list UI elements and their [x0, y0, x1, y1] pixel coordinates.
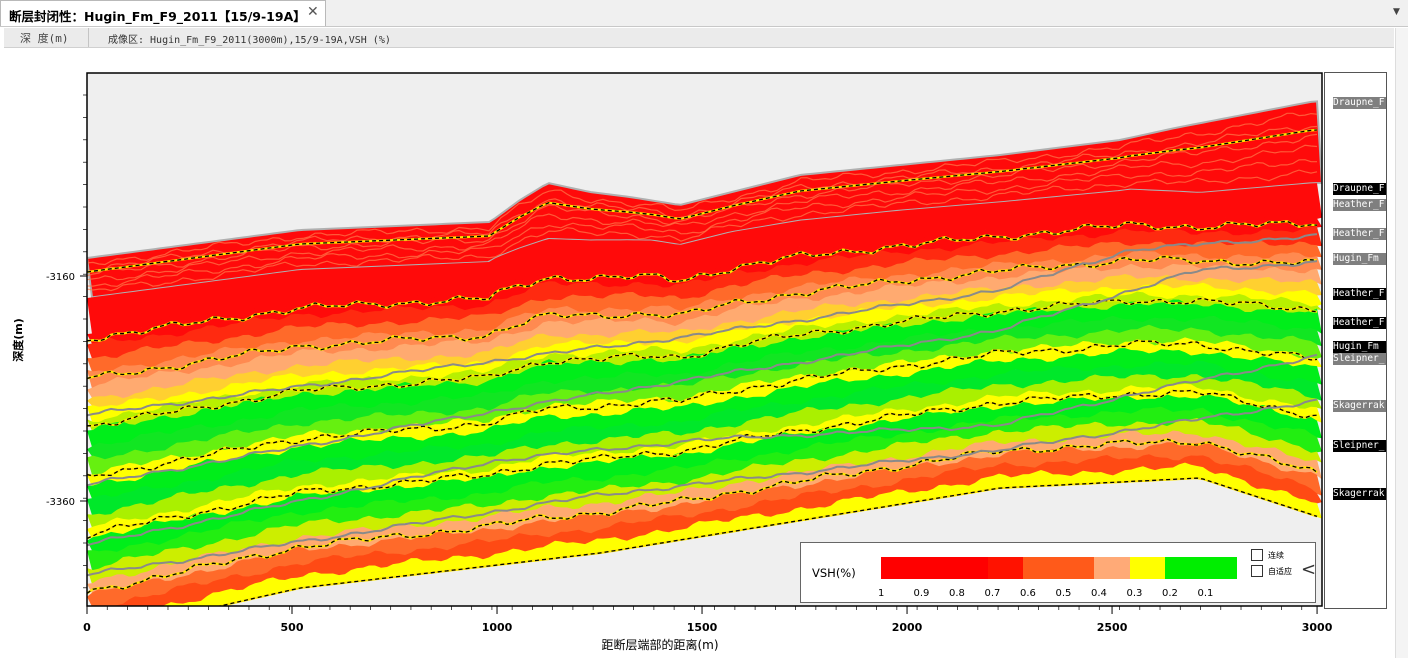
x-axis: 0 500 1000 1500 2000 2500 3000 [83, 606, 1333, 634]
legend-swatch [1165, 557, 1201, 579]
legend-tick-label: 1 [878, 588, 885, 599]
x-tick-label: 1500 [687, 621, 718, 634]
y-axis: -3160 -3360 [46, 94, 87, 589]
y-tick-label: -3360 [46, 497, 75, 508]
legend-swatch [1129, 557, 1166, 579]
horizon-label[interactable]: Draupne_F [1333, 97, 1386, 109]
adaptive-label: 自适应 [1268, 567, 1292, 576]
legend-swatch [916, 557, 953, 579]
horizon-label-track: Draupne_F Draupne_F Heather_F Heather_F Hugi… [1324, 72, 1387, 609]
horizon-label[interactable]: Hugin_Fm [1333, 341, 1386, 353]
legend-swatch [1023, 557, 1059, 579]
legend-title: VSH(%) [812, 566, 856, 580]
collapse-icon[interactable]: < [1301, 559, 1316, 580]
x-tick-label: 2000 [892, 621, 923, 634]
legend-tick-label: 0.8 [949, 588, 965, 599]
horizon-label[interactable]: Skagerrak [1333, 488, 1386, 500]
legend-swatch [1200, 557, 1237, 579]
x-tick-label: 1000 [482, 621, 513, 634]
legend-tick-label: 0.2 [1162, 588, 1178, 599]
legend-swatch [881, 557, 917, 579]
horizon-label[interactable]: Heather_F [1333, 228, 1386, 240]
adaptive-checkbox[interactable] [1251, 565, 1263, 577]
y-axis-label: 深度(m) [11, 318, 25, 362]
x-tick-label: 500 [281, 621, 304, 634]
legend-swatch [952, 557, 988, 579]
y-tick-label: -3160 [46, 272, 75, 283]
horizon-label[interactable]: Draupne_F [1333, 183, 1386, 195]
legend-tick-label: 0.3 [1126, 588, 1143, 599]
x-tick-label: 0 [83, 621, 91, 634]
horizon-label[interactable]: Hugin_Fm [1333, 253, 1386, 265]
legend-tick-label: 0.9 [913, 588, 930, 599]
horizon-label[interactable]: Heather_F [1333, 288, 1386, 300]
legend-swatch [1058, 557, 1095, 579]
legend-swatch [987, 557, 1024, 579]
continuous-label: 连续 [1268, 551, 1284, 560]
horizon-label[interactable]: Heather_F [1333, 317, 1386, 329]
legend-tick-label: 0.4 [1091, 588, 1107, 599]
legend-tick-label: 0.5 [1055, 588, 1072, 599]
legend-tick-label: 0.7 [984, 588, 1001, 599]
legend-tick-label: 0.6 [1020, 588, 1036, 599]
x-axis-label: 距断层端部的距离(m) [601, 637, 718, 652]
horizon-label[interactable]: Sleipner_ [1333, 353, 1386, 365]
horizon-label[interactable]: Sleipner_ [1333, 440, 1386, 452]
x-tick-label: 2500 [1097, 621, 1128, 634]
horizon-label[interactable]: Skagerrak [1333, 400, 1386, 412]
x-tick-label: 3000 [1302, 621, 1333, 634]
vsh-legend: VSH(%) 1 0.9 0.8 0.7 0.6 0.5 0.4 0.3 0.2 0.1 连续 自… [800, 542, 1316, 603]
continuous-checkbox[interactable] [1251, 549, 1263, 561]
legend-swatch [1094, 557, 1130, 579]
horizon-label[interactable]: Heather_F [1333, 199, 1386, 211]
legend-tick-label: 0.1 [1197, 588, 1214, 599]
